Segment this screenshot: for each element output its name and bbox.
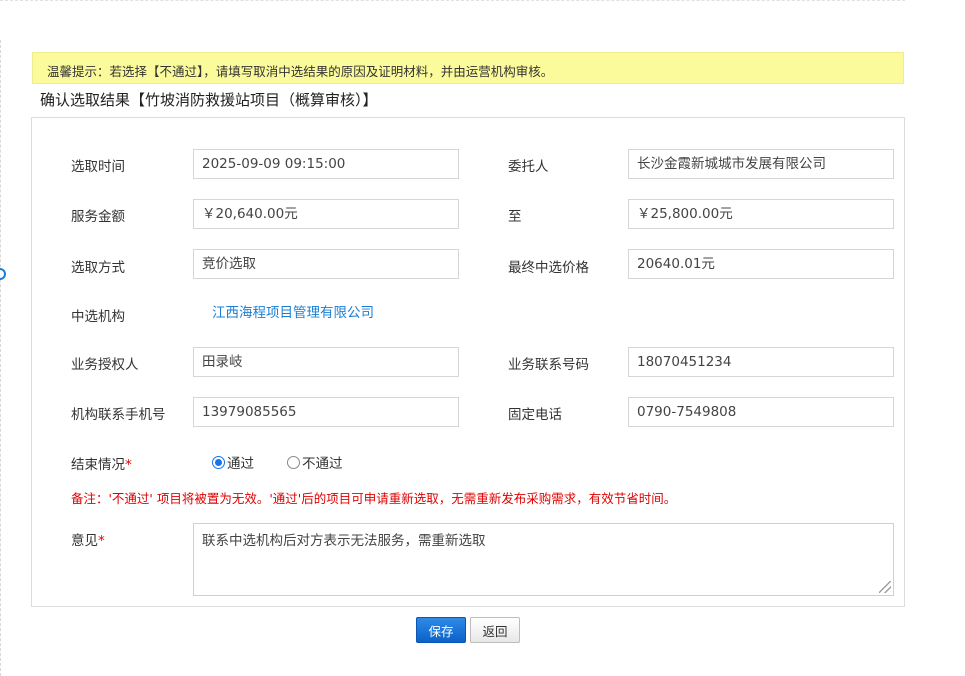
- authorized-person-field[interactable]: 田录岐: [193, 347, 459, 377]
- radio-fail-label: 不通过: [302, 456, 343, 472]
- opinion-textarea[interactable]: 联系中选机构后对方表示无法服务，需重新选取: [193, 523, 894, 596]
- final-price-label: 最终中选价格: [508, 260, 589, 276]
- service-amount-label: 服务金额: [71, 209, 125, 225]
- back-button[interactable]: 返回: [470, 617, 520, 643]
- radio-pass-label: 通过: [227, 456, 254, 472]
- selected-org-link[interactable]: 江西海程项目管理有限公司: [212, 301, 374, 321]
- page-title: 确认选取结果【竹坡消防救援站项目（概算审核）】: [40, 91, 378, 109]
- landline-label: 固定电话: [508, 407, 562, 423]
- landline-field[interactable]: 0790-7549808: [628, 397, 894, 427]
- select-method-label: 选取方式: [71, 260, 125, 276]
- left-divider: [0, 40, 1, 676]
- radio-fail[interactable]: 不通过: [287, 452, 343, 472]
- select-time-field[interactable]: 2025-09-09 09:15:00: [193, 149, 459, 179]
- radio-pass-dot[interactable]: [212, 455, 225, 469]
- opinion-label: 意见*: [71, 533, 105, 549]
- radio-pass[interactable]: 通过: [212, 452, 254, 472]
- amount-to-field[interactable]: ￥25,800.00元: [628, 199, 894, 229]
- authorized-person-label: 业务授权人: [71, 357, 139, 373]
- client-field[interactable]: 长沙金霞新城城市发展有限公司: [628, 149, 894, 179]
- result-form-panel: 选取时间 2025-09-09 09:15:00 委托人 长沙金霞新城城市发展有…: [31, 117, 905, 607]
- amount-to-label: 至: [508, 209, 522, 225]
- save-button[interactable]: 保存: [416, 617, 466, 643]
- selected-org-label: 中选机构: [71, 309, 125, 325]
- notice-banner: 温馨提示：若选择【不通过】，请填写取消中选结果的原因及证明材料，并由运营机构审核…: [32, 52, 904, 84]
- client-label: 委托人: [508, 159, 549, 175]
- required-mark: *: [98, 533, 105, 549]
- result-label: 结束情况*: [71, 457, 132, 473]
- select-time-label: 选取时间: [71, 159, 125, 175]
- select-method-field[interactable]: 竞价选取: [193, 249, 459, 279]
- resize-grip-icon[interactable]: [879, 581, 891, 593]
- business-phone-field[interactable]: 18070451234: [628, 347, 894, 377]
- final-price-field[interactable]: 20640.01元: [628, 249, 894, 279]
- org-mobile-field[interactable]: 13979085565: [193, 397, 459, 427]
- side-handle-icon[interactable]: [0, 268, 6, 280]
- service-amount-field[interactable]: ￥20,640.00元: [193, 199, 459, 229]
- top-divider: [0, 0, 905, 1]
- radio-fail-dot[interactable]: [287, 455, 300, 469]
- required-mark: *: [125, 457, 132, 473]
- org-mobile-label: 机构联系手机号: [71, 407, 166, 423]
- business-phone-label: 业务联系号码: [508, 357, 589, 373]
- remark-note: 备注：'不通过' 项目将被置为无效。'通过'后的项目可申请重新选取，无需重新发布…: [71, 491, 677, 506]
